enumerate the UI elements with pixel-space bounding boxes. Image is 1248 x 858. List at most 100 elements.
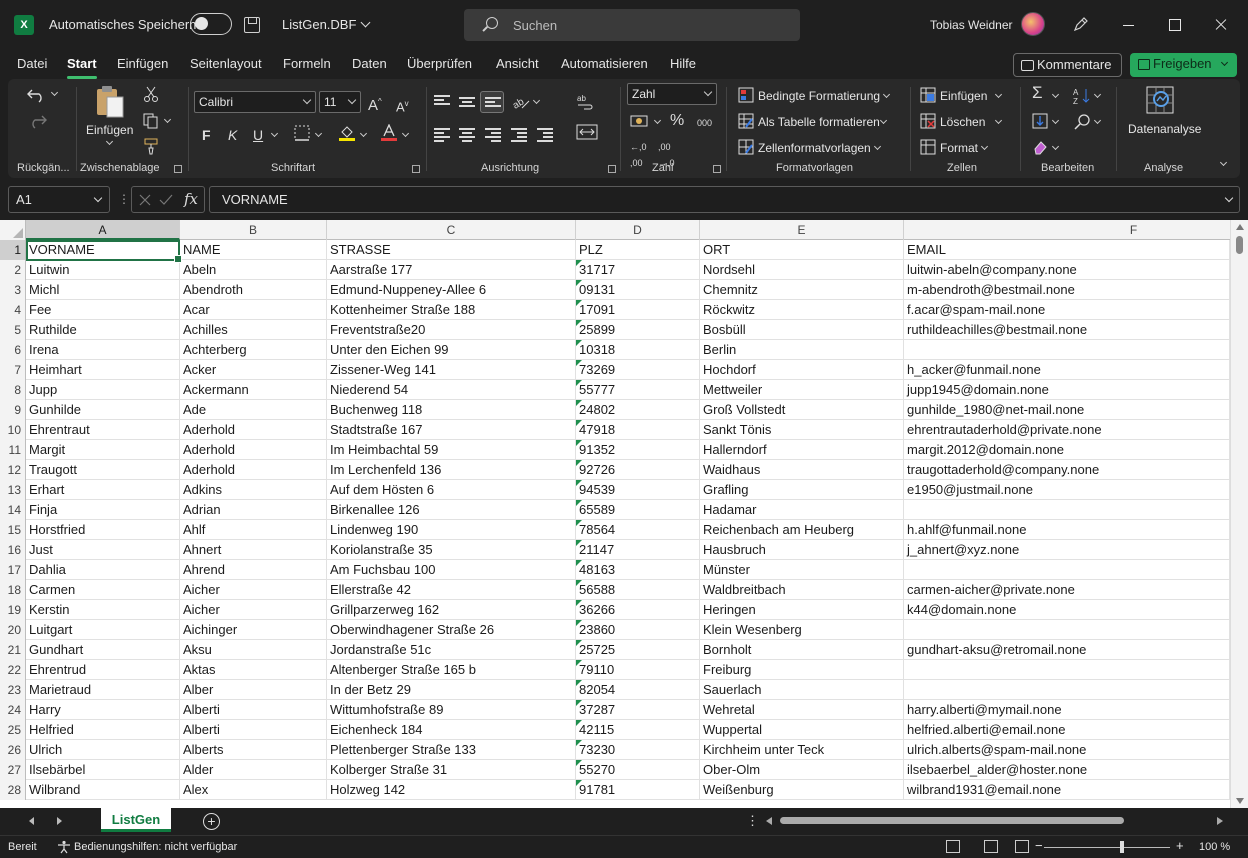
cell-a[interactable]: Finja bbox=[26, 500, 180, 520]
cell-a[interactable]: Irena bbox=[26, 340, 180, 360]
row-header[interactable]: 12 bbox=[0, 460, 26, 480]
undo-icon[interactable] bbox=[26, 85, 48, 103]
cell-d[interactable]: 25899 bbox=[576, 320, 700, 340]
accessibility-status[interactable]: Bedienungshilfen: nicht verfügbar bbox=[74, 841, 237, 853]
cell-a[interactable]: Fee bbox=[26, 300, 180, 320]
cell-f[interactable]: luitwin-abeln@company.none bbox=[904, 260, 1230, 280]
tab-hilfe[interactable]: Hilfe bbox=[670, 56, 696, 71]
more-options-icon[interactable]: ⋮ bbox=[118, 192, 130, 206]
cell-d[interactable]: 82054 bbox=[576, 680, 700, 700]
add-sheet-icon[interactable]: + bbox=[203, 813, 220, 830]
cell-b[interactable]: NAME bbox=[180, 240, 327, 260]
align-left-icon[interactable] bbox=[434, 128, 450, 142]
dialog-launcher-icon[interactable] bbox=[412, 165, 420, 173]
cell-a[interactable]: Ehrentrud bbox=[26, 660, 180, 680]
decrease-indent-icon[interactable] bbox=[511, 128, 527, 142]
italic-button[interactable]: K bbox=[228, 127, 237, 143]
currency-format-icon[interactable] bbox=[630, 113, 650, 129]
sheet-next-icon[interactable] bbox=[57, 817, 62, 825]
cell-b[interactable]: Aderhold bbox=[180, 420, 327, 440]
cell-a[interactable]: Gunhilde bbox=[26, 400, 180, 420]
cell-e[interactable]: Bornholt bbox=[700, 640, 904, 660]
cell-f[interactable] bbox=[904, 660, 1230, 680]
column-header-f[interactable]: F bbox=[904, 220, 1248, 240]
cell-c[interactable]: Freventstraße20 bbox=[327, 320, 576, 340]
sheet-prev-icon[interactable] bbox=[29, 817, 34, 825]
row-header[interactable]: 9 bbox=[0, 400, 26, 420]
cell-f[interactable]: ilsebaerbel_alder@hoster.none bbox=[904, 760, 1230, 780]
cell-c[interactable]: Ellerstraße 42 bbox=[327, 580, 576, 600]
horizontal-scroll-thumb[interactable] bbox=[780, 817, 1124, 824]
cell-a[interactable]: Margit bbox=[26, 440, 180, 460]
cell-b[interactable]: Alder bbox=[180, 760, 327, 780]
cell-a[interactable]: Ehrentraut bbox=[26, 420, 180, 440]
cell-d[interactable]: 23860 bbox=[576, 620, 700, 640]
row-header[interactable]: 14 bbox=[0, 500, 26, 520]
cell-a[interactable]: Gundhart bbox=[26, 640, 180, 660]
vertical-scroll-thumb[interactable] bbox=[1236, 236, 1243, 254]
cell-e[interactable]: Wuppertal bbox=[700, 720, 904, 740]
conditional-formatting-button[interactable]: Bedingte Formatierung bbox=[758, 89, 880, 103]
cell-f[interactable]: harry.alberti@mymail.none bbox=[904, 700, 1230, 720]
column-header-c[interactable]: C bbox=[327, 220, 576, 240]
cell-a[interactable]: Carmen bbox=[26, 580, 180, 600]
format-painter-icon[interactable] bbox=[142, 137, 160, 155]
row-header[interactable]: 6 bbox=[0, 340, 26, 360]
merge-center-icon[interactable] bbox=[576, 123, 598, 141]
cell-f[interactable]: j_ahnert@xyz.none bbox=[904, 540, 1230, 560]
font-color-icon[interactable] bbox=[380, 124, 398, 142]
cell-a[interactable]: Marietraud bbox=[26, 680, 180, 700]
maximize-icon[interactable] bbox=[1160, 10, 1190, 40]
cell-d[interactable]: 55270 bbox=[576, 760, 700, 780]
zoom-slider-thumb[interactable] bbox=[1120, 841, 1124, 853]
chevron-down-icon[interactable] bbox=[359, 129, 368, 138]
column-header-a[interactable]: A bbox=[26, 220, 180, 240]
cell-d[interactable]: 21147 bbox=[576, 540, 700, 560]
cell-e[interactable]: Mettweiler bbox=[700, 380, 904, 400]
chevron-down-icon[interactable] bbox=[882, 90, 891, 99]
cell-d[interactable]: 10318 bbox=[576, 340, 700, 360]
cell-c[interactable]: Aarstraße 177 bbox=[327, 260, 576, 280]
cell-c[interactable]: Kottenheimer Straße 188 bbox=[327, 300, 576, 320]
cell-d[interactable]: 91781 bbox=[576, 780, 700, 800]
wrap-text-icon[interactable]: ab bbox=[576, 93, 594, 111]
vertical-scrollbar[interactable] bbox=[1230, 220, 1248, 808]
cell-b[interactable]: Ackermann bbox=[180, 380, 327, 400]
sheet-tab-listgen[interactable]: ListGen bbox=[101, 808, 171, 832]
cell-d[interactable]: 65589 bbox=[576, 500, 700, 520]
cell-e[interactable]: Sankt Tönis bbox=[700, 420, 904, 440]
data-analysis-icon[interactable] bbox=[1145, 85, 1177, 117]
orientation-icon[interactable]: ab bbox=[511, 93, 531, 111]
cell-c[interactable]: Unter den Eichen 99 bbox=[327, 340, 576, 360]
row-header[interactable]: 23 bbox=[0, 680, 26, 700]
font-name-combo[interactable]: Calibri bbox=[194, 91, 316, 113]
row-header[interactable]: 1 bbox=[0, 240, 26, 260]
cell-a[interactable]: Just bbox=[26, 540, 180, 560]
cell-b[interactable]: Ahnert bbox=[180, 540, 327, 560]
autosave-toggle[interactable] bbox=[190, 13, 232, 35]
cell-d[interactable]: 55777 bbox=[576, 380, 700, 400]
tab-ansicht[interactable]: Ansicht bbox=[496, 56, 539, 71]
cell-e[interactable]: Waldbreitbach bbox=[700, 580, 904, 600]
percent-icon[interactable]: % bbox=[670, 113, 684, 129]
cell-e[interactable]: Hochdorf bbox=[700, 360, 904, 380]
row-header[interactable]: 11 bbox=[0, 440, 26, 460]
enter-check-icon[interactable] bbox=[159, 193, 173, 207]
align-middle-icon[interactable] bbox=[459, 97, 475, 109]
insert-cells-icon[interactable] bbox=[920, 87, 936, 103]
row-header[interactable]: 26 bbox=[0, 740, 26, 760]
cell-a[interactable]: Michl bbox=[26, 280, 180, 300]
cell-b[interactable]: Adkins bbox=[180, 480, 327, 500]
cell-c[interactable]: Birkenallee 126 bbox=[327, 500, 576, 520]
cell-c[interactable]: Holzweg 142 bbox=[327, 780, 576, 800]
redo-icon[interactable] bbox=[26, 111, 48, 129]
tab-formeln[interactable]: Formeln bbox=[283, 56, 331, 71]
cell-b[interactable]: Aderhold bbox=[180, 460, 327, 480]
insert-function-icon[interactable]: fx bbox=[184, 190, 198, 208]
underline-button[interactable]: U bbox=[253, 127, 263, 143]
chevron-down-icon[interactable] bbox=[653, 116, 662, 125]
horizontal-scrollbar[interactable] bbox=[766, 813, 1228, 829]
cell-d[interactable]: 92726 bbox=[576, 460, 700, 480]
row-header[interactable]: 4 bbox=[0, 300, 26, 320]
cell-a[interactable]: Horstfried bbox=[26, 520, 180, 540]
